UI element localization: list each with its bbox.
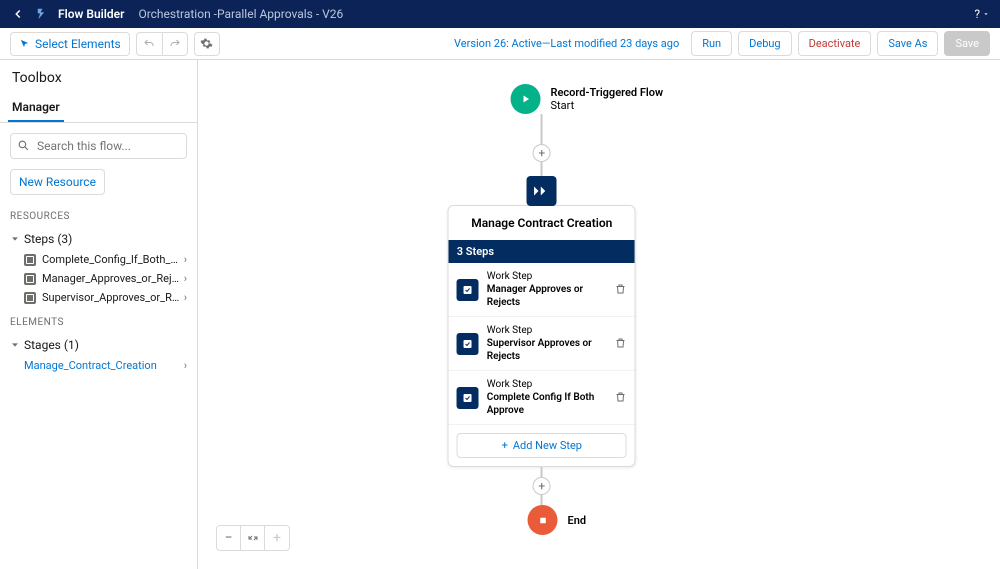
stages-group[interactable]: Stages (1) — [10, 334, 187, 356]
select-elements-button[interactable]: Select Elements — [10, 32, 130, 56]
resource-icon — [24, 273, 36, 285]
redo-button[interactable] — [162, 32, 188, 56]
debug-button[interactable]: Debug — [738, 31, 791, 56]
end-label: End — [568, 514, 587, 527]
elements-header: ELEMENTS — [10, 317, 187, 328]
resource-icon — [24, 254, 36, 266]
help-button[interactable]: ? — [974, 7, 990, 21]
zoom-controls: − + — [216, 525, 290, 551]
flow-name: Orchestration -Parallel Approvals - V26 — [138, 7, 343, 21]
add-node-button[interactable]: + — [533, 477, 551, 495]
stage-icon — [527, 176, 557, 206]
start-label: Record-Triggered Flow Start — [551, 86, 664, 112]
fit-icon — [247, 532, 259, 544]
chevron-right-icon: › — [184, 291, 187, 304]
sidebar-item-step[interactable]: Manager_Approves_or_Rejects› — [10, 269, 187, 288]
play-icon — [520, 93, 532, 105]
start-node[interactable] — [511, 84, 541, 114]
plus-icon: + — [502, 439, 508, 452]
version-text[interactable]: Version 26: Active—Last modified 23 days… — [454, 37, 679, 50]
step-row[interactable]: Work StepManager Approves or Rejects — [449, 263, 635, 317]
trash-icon — [615, 283, 627, 295]
step-row[interactable]: Work StepComplete Config If Both Approve — [449, 371, 635, 425]
zoom-out-button[interactable]: − — [217, 526, 241, 550]
cursor-icon — [19, 38, 30, 49]
stage-title: Manage Contract Creation — [449, 206, 635, 240]
undo-button[interactable] — [136, 32, 162, 56]
gear-icon — [200, 37, 213, 50]
chevron-right-icon: › — [184, 272, 187, 285]
work-step-icon — [457, 387, 479, 409]
add-step-button[interactable]: + Add New Step — [457, 433, 627, 458]
stage-card[interactable]: Manage Contract Creation 3 Steps Work St… — [448, 205, 636, 467]
sidebar-item-stage[interactable]: Manage_Contract_Creation› — [10, 356, 187, 375]
resource-icon — [24, 292, 36, 304]
chevron-down-icon — [10, 234, 20, 244]
stage-arrows-icon — [533, 184, 551, 198]
delete-step-button[interactable] — [615, 388, 627, 407]
steps-group[interactable]: Steps (3) — [10, 228, 187, 250]
zoom-fit-button[interactable] — [241, 526, 265, 550]
app-icon — [36, 7, 50, 21]
run-button[interactable]: Run — [691, 31, 732, 56]
resources-header: RESOURCES — [10, 211, 187, 222]
trash-icon — [615, 391, 627, 403]
sidebar-item-step[interactable]: Complete_Config_If_Both_Approve› — [10, 250, 187, 269]
delete-step-button[interactable] — [615, 280, 627, 299]
canvas[interactable]: Record-Triggered Flow Start + Manage Con… — [198, 60, 1000, 569]
save-button[interactable]: Save — [944, 31, 990, 56]
sidebar-item-step[interactable]: Supervisor_Approves_or_Rejects› — [10, 288, 187, 307]
stage-steps-bar: 3 Steps — [449, 240, 635, 263]
search-input[interactable] — [10, 133, 187, 159]
zoom-in-button[interactable]: + — [265, 526, 289, 550]
end-node[interactable] — [528, 505, 558, 535]
back-button[interactable] — [10, 6, 26, 22]
search-icon — [17, 139, 30, 152]
chevron-right-icon: › — [184, 253, 187, 266]
app-name: Flow Builder — [58, 7, 124, 21]
tab-manager[interactable]: Manager — [8, 94, 64, 122]
chevron-down-icon — [10, 340, 20, 350]
work-step-icon — [457, 279, 479, 301]
add-node-button[interactable]: + — [533, 144, 551, 162]
stop-icon — [537, 515, 548, 526]
redo-icon — [169, 38, 181, 50]
work-step-icon — [457, 333, 479, 355]
toolbox-title: Toolbox — [0, 60, 197, 94]
trash-icon — [615, 337, 627, 349]
undo-icon — [143, 38, 155, 50]
new-resource-button[interactable]: New Resource — [10, 169, 105, 195]
save-as-button[interactable]: Save As — [877, 31, 938, 56]
chevron-right-icon: › — [184, 359, 187, 372]
deactivate-button[interactable]: Deactivate — [798, 31, 872, 56]
step-row[interactable]: Work StepSupervisor Approves or Rejects — [449, 317, 635, 371]
delete-step-button[interactable] — [615, 334, 627, 353]
settings-button[interactable] — [194, 32, 220, 56]
